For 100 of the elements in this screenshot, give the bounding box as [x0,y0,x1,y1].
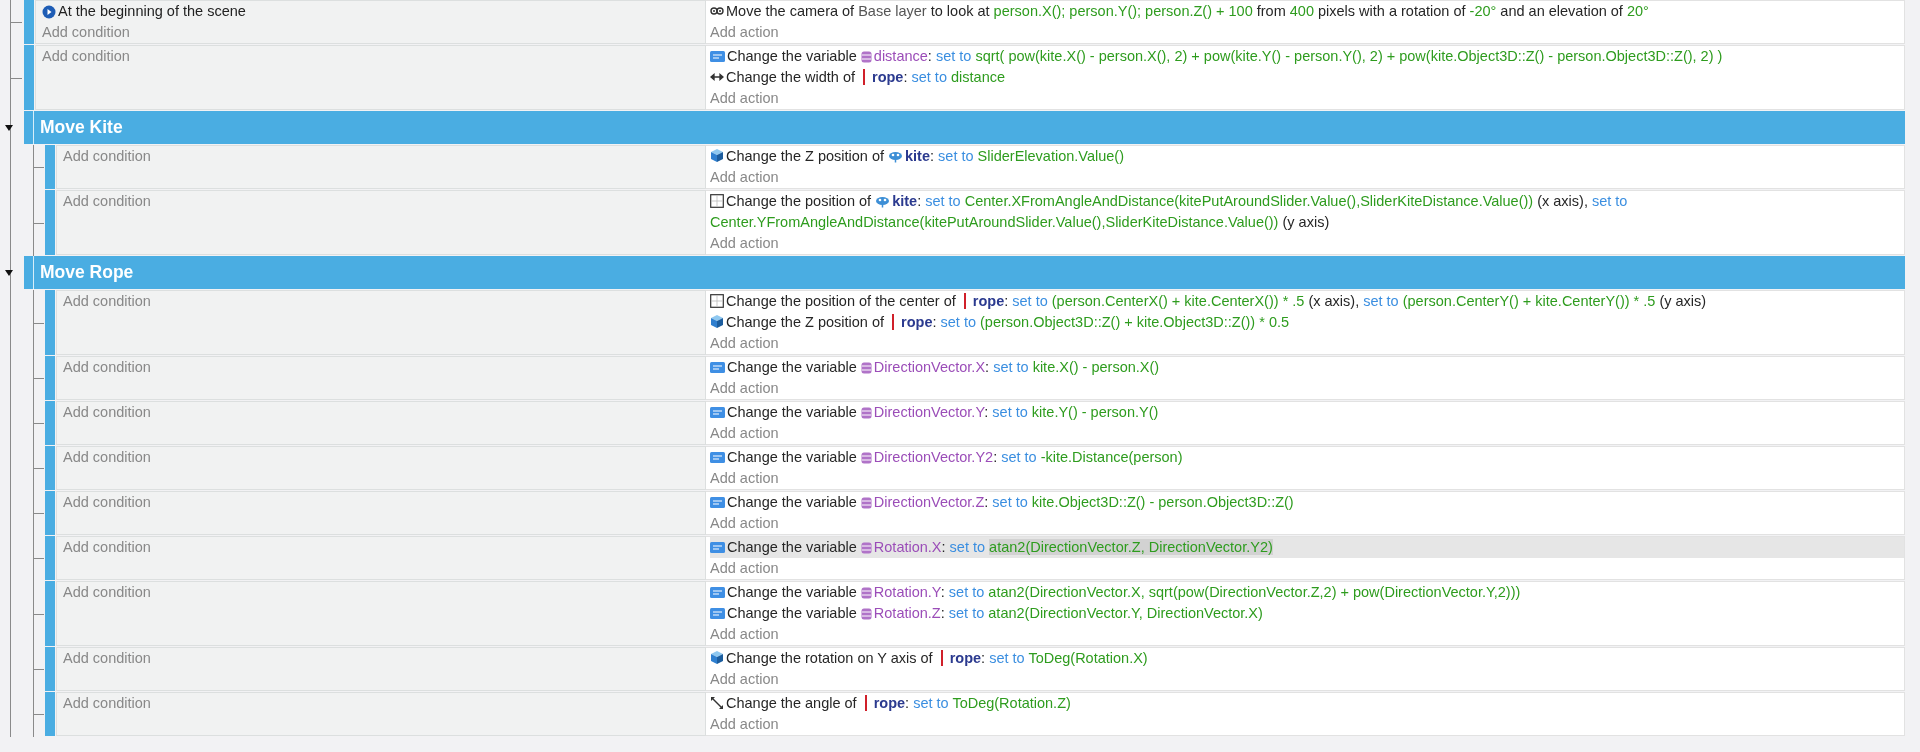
add-action-link[interactable]: Add action [710,333,779,354]
object-name[interactable]: rope [901,314,933,330]
expression[interactable]: 20° [1626,3,1649,19]
action-line[interactable]: Change the variable Rotation.Y: set to atan2(DirectionVector.X, sqrt(pow(DirectionVector.Z,2) + pow(DirectionVector.Y,2))) [710,582,1904,603]
add-condition-link[interactable]: Add condition [63,291,151,312]
action-line[interactable]: Change the variable Rotation.Z: set to atan2(DirectionVector.Y, DirectionVector.X) [710,603,1904,624]
add-action-link[interactable]: Add action [710,513,779,534]
action-line[interactable]: Change the Z position of kite: set to SliderElevation.Value() [710,146,1904,167]
vertical-line-icon [892,314,896,330]
expression[interactable]: sqrt( pow(kite.X() - person.X(), 2) + pow(kite.Y() - person.Y(), 2) + pow(kite.Object3D::Z() - person.Object3D::Z(), 2) ) [975,48,1723,64]
expression[interactable]: ToDeg(Rotation.X) [1028,650,1148,666]
cube-icon [710,650,724,665]
action-line[interactable]: Change the angle of rope: set to ToDeg(Rotation.Z) [710,693,1904,714]
variable-name[interactable]: distance [873,48,928,64]
add-action-link[interactable]: Add action [710,558,779,579]
expression[interactable]: distance [951,69,1005,85]
add-action-link[interactable]: Add action [710,378,779,399]
add-action-link[interactable]: Add action [710,22,779,43]
action-text: : [927,48,932,64]
add-action-link[interactable]: Add action [710,167,779,188]
add-condition-link[interactable]: Add condition [63,582,151,603]
action-line[interactable]: Move the camera of Base layer to look at person.X(); person.Y(); person.Z() + 100 from 400 pixels with a rotation of -20° and an elevation of 20° [710,1,1904,22]
keyword: set to [948,605,985,621]
add-condition-link[interactable]: Add condition [63,648,151,669]
action-line[interactable]: Change the position of the center of rope: set to (person.CenterX() + kite.CenterX()) * .5 (x axis), set to (person.CenterY() + kite.CenterY()) * .5 (y axis) [710,291,1904,312]
variable-name[interactable]: Rotation.X [873,539,942,555]
add-action-link[interactable]: Add action [710,468,779,489]
expression[interactable]: atan2(DirectionVector.Z, DirectionVector.Y2) [989,539,1273,555]
action-text: Change the variable [727,539,857,555]
variable-name[interactable]: Rotation.Y [873,584,941,600]
add-action-link[interactable]: Add action [710,233,779,254]
expression[interactable]: person.X(); person.Y(); person.Z() + 100 [993,3,1253,19]
group-header[interactable]: Move Rope [24,256,1905,289]
expression[interactable]: SliderElevation.Value() [977,148,1124,164]
add-action-link[interactable]: Add action [710,669,779,690]
add-action-link[interactable]: Add action [710,88,779,109]
action-text: : [984,404,989,420]
variable-name[interactable]: Rotation.Z [873,605,941,621]
action-text: : [940,605,945,621]
add-condition-link[interactable]: Add condition [42,46,130,67]
action-line[interactable]: Change the variable DirectionVector.Y2: set to -kite.Distance(person) [710,447,1904,468]
var-badge-icon [710,496,725,509]
expression[interactable]: atan2(DirectionVector.X, sqrt(pow(DirectionVector.Z,2) + pow(DirectionVector.Y,2))) [988,584,1521,600]
expression[interactable]: Center.XFromAngleAndDistance(kitePutAroundSlider.Value(),SliderKiteDistance.Value()) [964,193,1534,209]
add-condition-link[interactable]: Add condition [63,357,151,378]
expression[interactable]: -kite.Distance(person) [1040,449,1183,465]
caret-down-icon[interactable] [5,124,13,131]
keyword: set to [1591,193,1628,209]
database-icon [860,407,872,419]
condition-text[interactable]: At the beginning of the scene [58,1,246,22]
grid-square-icon [710,194,724,208]
group-header[interactable]: Move Kite [24,111,1905,144]
action-text: : [905,695,910,711]
group-title: Move Kite [40,117,123,138]
keyword: set to [935,48,972,64]
play-icon [42,4,56,19]
action-text: Change the variable [727,48,857,64]
expression[interactable]: atan2(DirectionVector.Y, DirectionVector.X) [988,605,1263,621]
action-line[interactable]: Change the variable DirectionVector.X: set to kite.X() - person.X() [710,357,1904,378]
bird-icon [875,196,891,208]
vertical-line-icon [864,695,868,711]
add-condition-link[interactable]: Add condition [63,447,151,468]
database-icon [860,497,872,509]
add-action-link[interactable]: Add action [710,423,779,444]
action-line[interactable]: Change the variable distance: set to sqrt( pow(kite.X() - person.X(), 2) + pow(kite.Y() - person.Y(), 2) + pow(kite.Object3D::Z() - person.Object3D::Z(), 2) ) [710,46,1904,67]
expression[interactable]: kite.Object3D::Z() - person.Object3D::Z() [1031,494,1294,510]
action-line[interactable]: Change the rotation on Y axis of rope: set to ToDeg(Rotation.X) [710,648,1904,669]
expression[interactable]: kite.X() - person.X() [1032,359,1160,375]
action-line[interactable]: Change the width of rope: set to distance [710,67,1904,88]
expression[interactable]: Center.YFromAngleAndDistance(kitePutAroundSlider.Value(),SliderKiteDistance.Value()) [710,214,1279,230]
action-line[interactable]: Change the Z position of rope: set to (person.Object3D::Z() + kite.Object3D::Z()) * 0.5 [710,312,1904,333]
caret-down-icon[interactable] [5,269,13,276]
add-condition-link[interactable]: Add condition [42,22,130,43]
action-line[interactable]: Change the variable DirectionVector.Y: set to kite.Y() - person.Y() [710,402,1904,423]
add-condition-link[interactable]: Add condition [63,402,151,423]
expression[interactable]: (person.Object3D::Z() + kite.Object3D::Z()) * 0.5 [980,314,1290,330]
action-text: (x axis), [1537,193,1588,209]
action-text: Change the variable [727,605,857,621]
add-condition-link[interactable]: Add condition [63,146,151,167]
keyword: set to [992,494,1028,510]
add-action-link[interactable]: Add action [710,714,779,735]
add-condition-link[interactable]: Add condition [63,693,151,714]
action-text: : [1004,293,1009,309]
add-action-link[interactable]: Add action [710,624,779,645]
var-badge-icon [710,586,725,599]
var-badge-icon [710,406,725,419]
vertical-line-icon [863,69,866,85]
action-text: Change the position of the center of [726,293,956,309]
expression[interactable]: (person.CenterX() + kite.CenterX()) * .5 [1051,293,1305,309]
add-condition-link[interactable]: Add condition [63,492,151,513]
action-line[interactable]: Change the variable DirectionVector.Z: set to kite.Object3D::Z() - person.Object3D::Z() [710,492,1904,513]
expression[interactable]: -20° [1469,3,1497,19]
action-text: Change the variable [727,449,857,465]
expression[interactable]: 400 [1289,3,1314,19]
expression[interactable]: kite.Y() - person.Y() [1031,404,1159,420]
expression[interactable]: ToDeg(Rotation.Z) [952,695,1071,711]
add-condition-link[interactable]: Add condition [63,537,151,558]
add-condition-link[interactable]: Add condition [63,191,151,212]
object-name[interactable]: rope [872,69,904,85]
expression[interactable]: (person.CenterY() + kite.CenterY()) * .5 [1402,293,1656,309]
